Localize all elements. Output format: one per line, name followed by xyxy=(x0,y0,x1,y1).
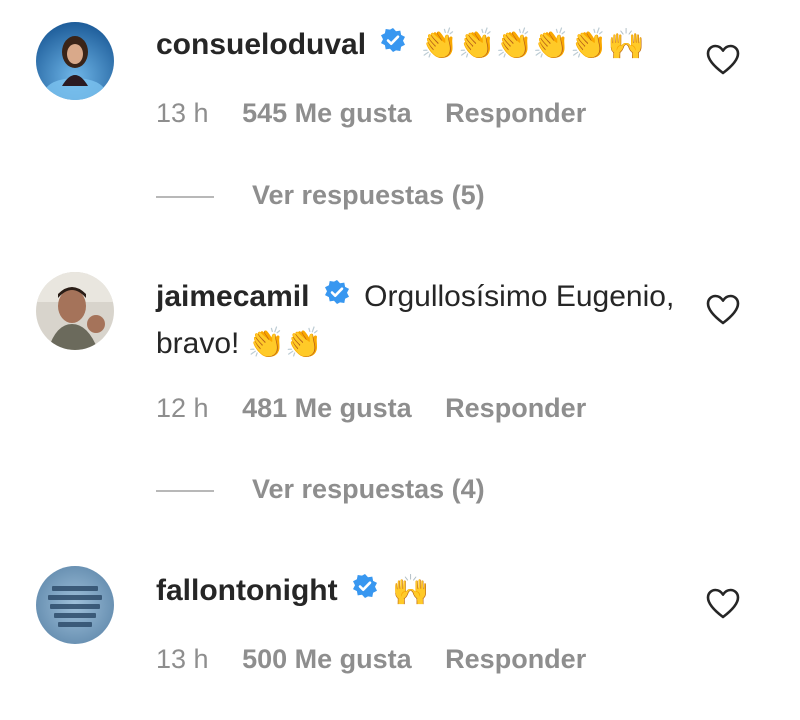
comment-meta: 13 h 545 Me gusta Responder xyxy=(156,98,612,129)
verified-badge-icon xyxy=(352,568,378,612)
clapping-hands-emoji: 👏👏 xyxy=(247,326,323,361)
avatar[interactable] xyxy=(36,272,114,350)
likes-count[interactable]: 481 Me gusta xyxy=(242,393,412,423)
verified-badge-icon xyxy=(380,22,406,66)
username-link[interactable]: consueloduval xyxy=(156,28,366,61)
view-replies-label: Ver respuestas (5) xyxy=(252,180,485,210)
clapping-hands-emoji: 👏👏👏👏👏🙌 xyxy=(420,26,645,62)
comment-body: jaimecamil Orgullosísimo Eugenio, bravo!… xyxy=(156,274,676,366)
likes-count[interactable]: 500 Me gusta xyxy=(242,644,412,674)
username-link[interactable]: jaimecamil xyxy=(156,280,309,313)
timestamp[interactable]: 13 h xyxy=(156,98,209,128)
comment-meta: 13 h 500 Me gusta Responder xyxy=(156,644,612,675)
reply-button[interactable]: Responder xyxy=(445,644,586,674)
timestamp[interactable]: 12 h xyxy=(156,393,209,423)
avatar[interactable] xyxy=(36,566,114,644)
reply-button[interactable]: Responder xyxy=(445,393,586,423)
divider-line xyxy=(156,195,214,198)
comment-meta: 12 h 481 Me gusta Responder xyxy=(156,393,612,424)
reply-button[interactable]: Responder xyxy=(445,98,586,128)
comments-thread: consueloduval 👏👏👏👏👏🙌 13 h 545 Me gusta R… xyxy=(0,0,800,720)
divider-line xyxy=(156,489,214,492)
heart-outline-icon[interactable] xyxy=(706,44,740,76)
timestamp[interactable]: 13 h xyxy=(156,644,209,674)
avatar[interactable] xyxy=(36,22,114,100)
heart-outline-icon[interactable] xyxy=(706,294,740,326)
view-replies-button[interactable]: Ver respuestas (5) xyxy=(156,180,485,211)
comment-body: consueloduval 👏👏👏👏👏🙌 xyxy=(156,22,676,70)
username-link[interactable]: fallontonight xyxy=(156,574,338,607)
view-replies-label: Ver respuestas (4) xyxy=(252,474,485,504)
verified-badge-icon xyxy=(324,274,350,318)
likes-count[interactable]: 545 Me gusta xyxy=(242,98,412,128)
view-replies-button[interactable]: Ver respuestas (4) xyxy=(156,474,485,505)
heart-outline-icon[interactable] xyxy=(706,588,740,620)
comment-body: fallontonight 🙌 xyxy=(156,568,676,616)
raising-hands-emoji: 🙌 xyxy=(392,572,430,608)
